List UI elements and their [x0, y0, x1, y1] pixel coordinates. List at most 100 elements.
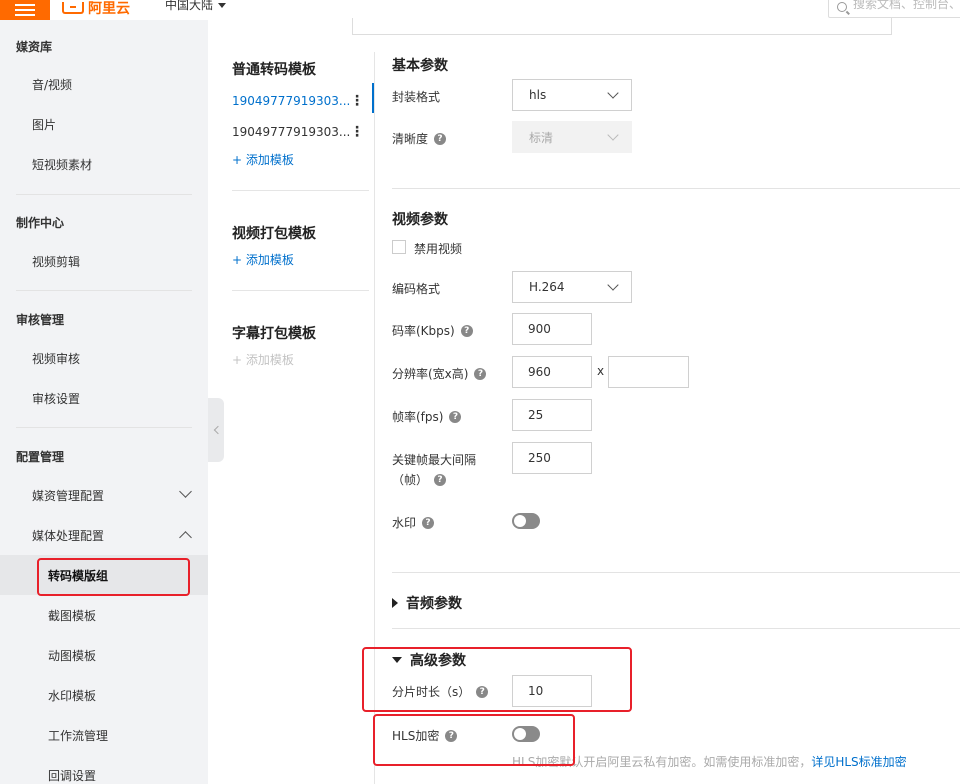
- codec-select[interactable]: H.264: [512, 271, 632, 303]
- audio-params-header[interactable]: 音频参数: [392, 593, 462, 613]
- sidebar-group-config-management: 配置管理: [16, 450, 65, 464]
- sidebar-divider: [16, 194, 192, 195]
- disable-video-checkbox[interactable]: [392, 240, 406, 254]
- section-divider: [392, 572, 960, 573]
- input-value: 25: [528, 408, 544, 422]
- hls-standard-encrypt-link[interactable]: 详见HLS标准加密: [811, 755, 906, 769]
- sidebar-item-workflow-management[interactable]: 工作流管理: [0, 715, 208, 755]
- resolution-label: 分辨率(宽x高)?: [392, 365, 487, 382]
- advanced-params-header[interactable]: 高级参数: [392, 650, 466, 670]
- select-value: H.264: [529, 280, 565, 294]
- label-text: 帧率(fps): [392, 410, 444, 424]
- caret-right-icon: [392, 598, 398, 608]
- template-item[interactable]: 19049777919303... ⋮: [232, 94, 372, 108]
- label-text: 关键帧最大间隔: [392, 453, 477, 467]
- help-icon[interactable]: ?: [434, 132, 447, 145]
- fps-input[interactable]: 25: [512, 399, 592, 431]
- quality-select[interactable]: 标清: [512, 121, 632, 153]
- sidebar-item-label: 动图模板: [48, 648, 97, 663]
- sidebar-item-label: 工作流管理: [48, 728, 109, 743]
- template-divider: [232, 190, 369, 191]
- top-panel-edge: [352, 18, 892, 35]
- sidebar-item-transcode-template-group[interactable]: 转码模版组: [0, 555, 208, 595]
- chevron-up-icon: [179, 531, 192, 544]
- segment-duration-input[interactable]: 10: [512, 675, 592, 707]
- chevron-down-icon: [218, 2, 227, 8]
- subtitle-template-title: 字幕打包模板: [232, 326, 316, 342]
- label-text: 禁用视频: [414, 242, 463, 256]
- template-list: 普通转码模板 19049777919303... ⋮ 1904977791930…: [224, 20, 374, 784]
- sidebar-item-label: 媒资管理配置: [32, 488, 105, 503]
- sidebar-group-media-library: 媒资库: [16, 40, 53, 54]
- sidebar-item-snapshot-template[interactable]: 截图模板: [0, 595, 208, 635]
- gop-label-unit: （帧）?: [392, 471, 447, 488]
- sidebar-collapse-handle[interactable]: [208, 398, 224, 462]
- more-icon[interactable]: ⋮: [350, 94, 364, 108]
- width-input[interactable]: 960: [512, 356, 592, 388]
- basic-params-title: 基本参数: [392, 55, 448, 75]
- sidebar-item-watermark-template[interactable]: 水印模板: [0, 675, 208, 715]
- help-icon[interactable]: ?: [460, 324, 473, 337]
- watermark-toggle[interactable]: [512, 513, 540, 529]
- sidebar-item-audio-video[interactable]: 音/视频: [0, 64, 208, 104]
- sidebar-item-label: 视频审核: [32, 351, 81, 366]
- template-item-name: 19049777919303...: [232, 125, 351, 139]
- bitrate-label: 码率(Kbps)?: [392, 322, 473, 339]
- sidebar-item-gif-template[interactable]: 动图模板: [0, 635, 208, 675]
- search-placeholder: 搜索文档、控制台、: [853, 0, 960, 11]
- quality-label: 清晰度?: [392, 130, 447, 147]
- sidebar-item-callback-settings[interactable]: 回调设置: [0, 755, 208, 784]
- sidebar-item-video-editing[interactable]: 视频剪辑: [0, 241, 208, 281]
- sidebar-item-label: 视频剪辑: [32, 254, 81, 269]
- section-title-label: 基本参数: [392, 58, 448, 74]
- template-item[interactable]: 19049777919303... ⋮: [232, 125, 372, 139]
- help-icon[interactable]: ?: [445, 729, 458, 742]
- help-icon[interactable]: ?: [476, 685, 489, 698]
- input-value: 900: [528, 322, 551, 336]
- more-icon[interactable]: ⋮: [350, 125, 364, 139]
- sidebar-item-media-asset-config[interactable]: 媒资管理配置: [0, 475, 208, 515]
- height-input[interactable]: [608, 356, 689, 388]
- gop-input[interactable]: 250: [512, 442, 592, 474]
- search-input[interactable]: 搜索文档、控制台、: [828, 0, 960, 18]
- gop-label: 关键帧最大间隔: [392, 451, 476, 468]
- bitrate-input[interactable]: 900: [512, 313, 592, 345]
- template-divider: [232, 290, 369, 291]
- sidebar: 媒资库 音/视频 图片 短视频素材 制作中心 视频剪辑 审核管理 视频审核 审核…: [0, 20, 208, 784]
- help-icon[interactable]: ?: [449, 410, 462, 423]
- help-icon[interactable]: ?: [434, 473, 447, 486]
- logo-text: 阿里云: [88, 1, 130, 17]
- help-icon[interactable]: ?: [422, 516, 435, 529]
- section-title-label: 高级参数: [410, 653, 466, 669]
- package-template-title: 视频打包模板: [232, 226, 316, 242]
- add-package-template-link[interactable]: + 添加模板: [232, 251, 294, 268]
- container-format-select[interactable]: hls: [512, 79, 632, 111]
- add-transcode-template-link[interactable]: + 添加模板: [232, 151, 294, 168]
- section-title-label: 视频参数: [392, 212, 448, 228]
- hls-encrypt-toggle[interactable]: [512, 726, 540, 742]
- sidebar-item-label: 审核设置: [32, 391, 81, 406]
- label-text: 分辨率(宽x高): [392, 367, 469, 381]
- disable-video-label: 禁用视频: [414, 240, 462, 257]
- sidebar-item-images[interactable]: 图片: [0, 104, 208, 144]
- sidebar-item-media-processing-config[interactable]: 媒体处理配置: [0, 515, 208, 555]
- sidebar-item-label: 图片: [32, 117, 57, 132]
- sidebar-item-short-video-material[interactable]: 短视频素材: [0, 144, 208, 184]
- add-subtitle-template-link[interactable]: + 添加模板: [232, 351, 294, 368]
- fps-label: 帧率(fps)?: [392, 408, 462, 425]
- video-params-title: 视频参数: [392, 209, 448, 229]
- segment-duration-label: 分片时长（s）?: [392, 683, 489, 700]
- help-icon[interactable]: ?: [474, 367, 487, 380]
- sidebar-item-review-settings[interactable]: 审核设置: [0, 378, 208, 418]
- sidebar-divider: [16, 290, 192, 291]
- sidebar-item-label: 媒体处理配置: [32, 528, 105, 543]
- label-text: 封装格式: [392, 90, 441, 104]
- column-divider: [374, 52, 375, 784]
- region-selector[interactable]: 中国大陆: [165, 0, 227, 11]
- caret-down-icon: [392, 657, 402, 663]
- chevron-down-icon: [607, 87, 619, 99]
- menu-icon[interactable]: [0, 0, 50, 20]
- aliyun-logo[interactable]: 阿里云: [62, 0, 130, 17]
- sidebar-item-label: 回调设置: [48, 768, 97, 783]
- sidebar-item-video-review[interactable]: 视频审核: [0, 338, 208, 378]
